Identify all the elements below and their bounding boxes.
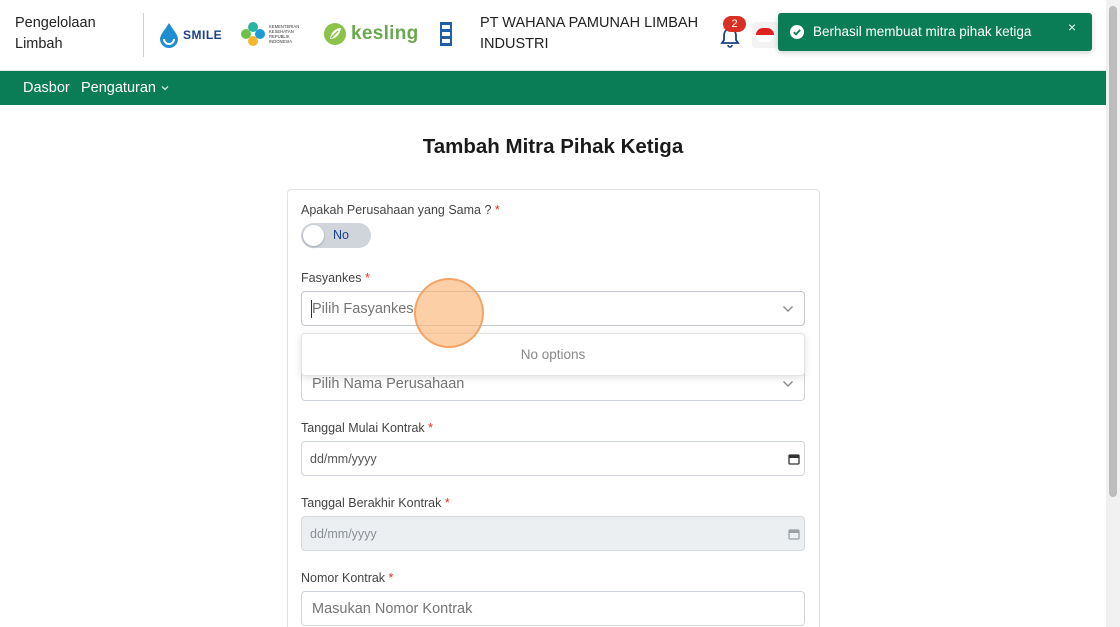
- end-date-placeholder: dd/mm/yyyy: [310, 527, 377, 541]
- company-placeholder: Pilih Nama Perusahaan: [312, 376, 465, 392]
- header-divider: [143, 13, 144, 57]
- nav-item-pengaturan[interactable]: Pengaturan: [81, 80, 156, 96]
- smile-logo: SMILE: [158, 21, 222, 49]
- check-circle-icon: [790, 25, 804, 39]
- notification-count-badge: 2: [723, 16, 746, 32]
- start-date-placeholder: dd/mm/yyyy: [310, 452, 377, 466]
- kesling-leaf-icon: [324, 23, 346, 45]
- smile-drop-icon: [160, 23, 178, 48]
- calendar-icon[interactable]: [788, 453, 800, 465]
- fasyankes-placeholder: Pilih Fasyankes: [312, 301, 414, 317]
- page-title: Tambah Mitra Pihak Ketiga: [422, 135, 684, 158]
- toast-close-button[interactable]: ×: [1068, 19, 1076, 35]
- required-mark: *: [388, 571, 394, 585]
- fasyankes-label-text: Fasyankes: [301, 271, 362, 285]
- kesling-logo-text: kesling: [351, 23, 419, 44]
- same-company-toggle[interactable]: No: [301, 223, 371, 248]
- nav-item-dasbor[interactable]: Dasbor: [23, 80, 70, 96]
- success-toast: Berhasil membuat mitra pihak ketiga ×: [778, 13, 1092, 51]
- contract-number-label: Nomor Kontrak *: [301, 571, 393, 585]
- form-card: [287, 189, 820, 627]
- kesling-logo: kesling: [323, 21, 419, 47]
- click-indicator: [414, 278, 484, 348]
- page-scrollbar-thumb[interactable]: [1109, 6, 1117, 497]
- kemenkes-emblem-icon: [241, 22, 265, 46]
- required-mark: *: [494, 203, 500, 217]
- toggle-knob: [303, 225, 324, 246]
- chevron-down-icon[interactable]: [782, 304, 794, 314]
- contract-number-placeholder: Masukan Nomor Kontrak: [312, 601, 473, 617]
- kemenkes-caption: KEMENTERIAN KESEHATAN REPUBLIK INDONESIA: [269, 24, 300, 44]
- undp-logo: [440, 22, 452, 46]
- required-mark: *: [364, 271, 370, 285]
- same-company-label-text: Apakah Perusahaan yang Sama ?: [301, 203, 492, 217]
- start-date-label-text: Tanggal Mulai Kontrak: [301, 421, 425, 435]
- same-company-label: Apakah Perusahaan yang Sama ? *: [301, 203, 500, 217]
- smile-logo-text: SMILE: [183, 28, 223, 42]
- fasyankes-dropdown-menu: No options: [301, 333, 805, 376]
- company-name: PT WAHANA PAMUNAH LIMBAH INDUSTRI: [480, 15, 699, 52]
- chevron-down-icon[interactable]: [160, 83, 170, 93]
- end-date-label-text: Tanggal Berakhir Kontrak: [301, 496, 442, 510]
- start-date-label: Tanggal Mulai Kontrak *: [301, 421, 433, 435]
- kemenkes-logo: KEMENTERIAN KESEHATAN REPUBLIK INDONESIA: [240, 21, 299, 47]
- required-mark: *: [444, 496, 450, 510]
- contract-number-label-text: Nomor Kontrak: [301, 571, 386, 585]
- language-flag-icon[interactable]: [752, 22, 778, 48]
- calendar-icon[interactable]: [788, 528, 800, 540]
- start-date-input[interactable]: dd/mm/yyyy: [301, 441, 805, 476]
- fasyankes-select[interactable]: Pilih Fasyankes: [301, 291, 805, 326]
- no-options-text: No options: [520, 347, 586, 362]
- chevron-down-icon[interactable]: [782, 379, 794, 389]
- end-date-input[interactable]: dd/mm/yyyy: [301, 516, 805, 551]
- fasyankes-label: Fasyankes *: [301, 271, 370, 285]
- toast-message: Berhasil membuat mitra pihak ketiga: [813, 24, 1032, 39]
- app-name: Pengelolaan Limbah: [15, 15, 96, 52]
- end-date-label: Tanggal Berakhir Kontrak *: [301, 496, 450, 510]
- toggle-label: No: [333, 228, 349, 242]
- required-mark: *: [428, 421, 434, 435]
- contract-number-input[interactable]: Masukan Nomor Kontrak: [301, 591, 805, 626]
